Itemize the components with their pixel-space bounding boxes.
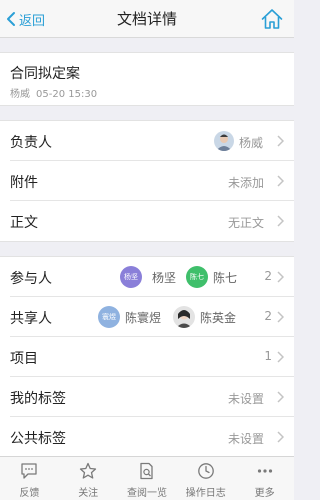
- avatar-badge: 寰煜: [98, 306, 120, 328]
- row-body-text[interactable]: 正文 无正文: [0, 201, 294, 241]
- clock-icon: [197, 463, 214, 479]
- row-label: 我的标签: [10, 391, 66, 407]
- more-icon: [257, 469, 272, 473]
- row-label: 参与人: [10, 271, 52, 287]
- chevron-right-icon: [277, 175, 284, 187]
- row-participants[interactable]: 参与人 杨坚 杨坚 陈七 陈七 2: [0, 257, 294, 297]
- chat-icon: [21, 463, 38, 479]
- tab-label: 关注: [78, 488, 99, 499]
- row-value: 未添加: [228, 176, 265, 190]
- chevron-right-icon: [277, 271, 284, 283]
- members-group: 参与人 杨坚 杨坚 陈七 陈七 2 共享人 寰煜 陈寰煜 陈英金 2 项目 1 …: [0, 256, 294, 457]
- row-value: 无正文: [228, 216, 265, 230]
- project-count: 1: [264, 349, 272, 363]
- chevron-right-icon: [277, 431, 284, 443]
- document-meta: 杨威 05-20 15:30: [10, 85, 97, 100]
- star-icon: [80, 462, 97, 479]
- tab-label: 查阅一览: [126, 488, 167, 499]
- tab-feedback[interactable]: 反馈: [0, 457, 59, 500]
- document-view-icon: [140, 462, 153, 480]
- avatar-badge: 杨坚: [120, 266, 142, 288]
- row-label: 正文: [10, 215, 38, 231]
- tab-label: 更多: [254, 488, 275, 499]
- row-public-tags[interactable]: 公共标签 未设置: [0, 417, 294, 457]
- avatar: [173, 306, 195, 328]
- row-project[interactable]: 项目 1: [0, 337, 294, 377]
- document-title: 合同拟定案: [10, 66, 80, 82]
- person-name: 陈英金: [200, 311, 237, 325]
- person-name: 陈寰煜: [125, 311, 162, 325]
- chevron-right-icon: [277, 311, 284, 323]
- screen: 返回 文档详情 合同拟定案 杨威 05-20 15:30 负责人 杨威 附件 未…: [0, 0, 294, 500]
- chevron-right-icon: [277, 351, 284, 363]
- person-name: 陈七: [213, 271, 238, 285]
- bottom-tab-bar: 反馈 关注 查阅一览 操作日志 更多: [0, 456, 294, 500]
- home-icon[interactable]: [260, 7, 284, 31]
- person-name: 杨坚: [152, 271, 177, 285]
- chevron-right-icon: [277, 215, 284, 227]
- tab-follow[interactable]: 关注: [59, 457, 118, 500]
- row-label: 附件: [10, 175, 38, 191]
- sharer-count: 2: [264, 309, 272, 323]
- tab-read-overview[interactable]: 查阅一览: [118, 457, 177, 500]
- tab-label: 操作日志: [185, 488, 226, 499]
- row-owner[interactable]: 负责人 杨威: [0, 121, 294, 161]
- row-label: 负责人: [10, 135, 52, 151]
- row-label: 项目: [10, 351, 38, 367]
- avatar: [214, 131, 234, 151]
- participant-count: 2: [264, 269, 272, 283]
- row-label: 公共标签: [10, 431, 66, 447]
- nav-header: 返回 文档详情: [0, 0, 294, 38]
- page-title: 文档详情: [116, 10, 177, 28]
- info-group: 负责人 杨威 附件 未添加 正文 无正文: [0, 120, 294, 242]
- chevron-right-icon: [277, 135, 284, 147]
- row-my-tags[interactable]: 我的标签 未设置: [0, 377, 294, 417]
- row-value: 未设置: [228, 392, 265, 406]
- row-label: 共享人: [10, 311, 52, 327]
- tab-more[interactable]: 更多: [235, 457, 294, 500]
- avatar-badge: 陈七: [186, 266, 208, 288]
- tab-label: 反馈: [19, 488, 40, 499]
- chevron-right-icon: [277, 391, 284, 403]
- row-attachment[interactable]: 附件 未添加: [0, 161, 294, 201]
- document-author: 杨威: [10, 89, 30, 100]
- document-date: 05-20 15:30: [36, 89, 98, 100]
- tab-operation-log[interactable]: 操作日志: [176, 457, 235, 500]
- document-card: 合同拟定案 杨威 05-20 15:30: [0, 52, 294, 106]
- row-value: 杨威: [239, 136, 264, 150]
- row-value: 未设置: [228, 432, 265, 446]
- row-sharers[interactable]: 共享人 寰煜 陈寰煜 陈英金 2: [0, 297, 294, 337]
